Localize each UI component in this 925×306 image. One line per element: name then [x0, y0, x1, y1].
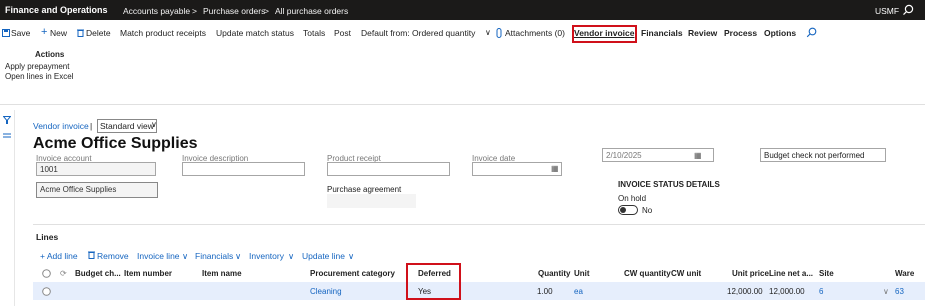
vendor-invoice-link[interactable]: Vendor invoice [33, 121, 89, 131]
paperclip-icon [496, 28, 502, 38]
delete-button[interactable]: Delete [86, 28, 111, 38]
column-header[interactable]: Budget ch... [75, 269, 121, 278]
site-cell[interactable]: 6 [819, 287, 823, 296]
purchase-agreement-field[interactable] [327, 194, 416, 208]
search-icon[interactable] [902, 4, 914, 16]
attachments-button[interactable]: Attachments (0) [505, 28, 565, 38]
tab-financials[interactable]: Financials [641, 28, 683, 38]
unit-cell[interactable]: ea [574, 287, 583, 296]
rail-divider [14, 110, 15, 306]
chevron-down-icon: ∨ [235, 251, 242, 261]
select-all-checkbox[interactable] [42, 269, 51, 278]
tab-review[interactable]: Review [688, 28, 717, 38]
lines-title: Lines [36, 232, 59, 242]
chevron-down-icon: ∨ [348, 251, 355, 261]
column-header[interactable]: Quantity [538, 269, 570, 278]
totals-button[interactable]: Totals [303, 28, 325, 38]
delete-icon [88, 251, 95, 259]
filter-icon[interactable] [3, 116, 11, 124]
post-button[interactable]: Post [334, 28, 351, 38]
lines-divider [33, 224, 925, 225]
purchase-agreement-label: Purchase agreement [327, 185, 402, 194]
column-header[interactable]: Unit price [732, 269, 769, 278]
column-header[interactable]: CW unit [671, 269, 701, 278]
warehouse-cell[interactable]: 63 [895, 287, 904, 296]
add-icon: + [41, 26, 48, 38]
save-icon [2, 29, 10, 37]
breadcrumb-all-purchase-orders[interactable]: All purchase orders [275, 6, 348, 16]
column-header[interactable]: Ware [895, 269, 914, 278]
top-nav-bar: Finance and Operations Accounts payable … [0, 0, 925, 20]
quantity-cell[interactable]: 1.00 [537, 287, 553, 296]
view-selector[interactable]: Standard view [97, 119, 157, 133]
default-from-dropdown[interactable]: Default from: Ordered quantity [361, 28, 475, 38]
breadcrumb-separator-1: > [192, 6, 197, 16]
page-title: Acme Office Supplies [33, 135, 198, 152]
search-icon[interactable] [806, 27, 817, 38]
inventory-menu[interactable]: Inventory [249, 251, 284, 261]
view-separator: | [90, 121, 93, 131]
remove-button[interactable]: Remove [97, 251, 129, 261]
unit-price-cell[interactable]: 12,000.00 [727, 287, 763, 296]
action-pane-divider [0, 104, 925, 105]
column-header[interactable]: Line net a... [769, 269, 813, 278]
column-header[interactable]: Item number [124, 269, 172, 278]
calendar-icon[interactable]: ▦ [694, 151, 702, 160]
column-header[interactable]: Procurement category [310, 269, 395, 278]
column-header[interactable]: Item name [202, 269, 242, 278]
procurement-category-cell[interactable]: Cleaning [310, 287, 342, 296]
budget-status-field: Budget check not performed [760, 148, 886, 162]
column-header[interactable]: Unit [574, 269, 590, 278]
chevron-down-icon: ∨ [182, 251, 189, 261]
save-button[interactable]: Save [11, 28, 30, 38]
update-line-menu[interactable]: Update line [302, 251, 345, 261]
action-pane: Save + New Delete Match product receipts… [0, 22, 925, 44]
app-title[interactable]: Finance and Operations [5, 5, 108, 15]
breadcrumb-purchase-orders[interactable]: Purchase orders [203, 6, 265, 16]
chevron-down-icon[interactable]: ∨ [883, 287, 889, 296]
on-hold-value: No [642, 206, 653, 215]
table-row[interactable]: Cleaning Yes 1.00 ea 12,000.00 12,000.00… [33, 282, 925, 300]
on-hold-toggle[interactable] [618, 205, 638, 215]
financials-menu[interactable]: Financials [195, 251, 233, 261]
open-lines-excel-button[interactable]: Open lines in Excel [5, 72, 73, 81]
refresh-icon[interactable]: ⟳ [60, 269, 67, 278]
invoice-line-menu[interactable]: Invoice line [137, 251, 180, 261]
new-button[interactable]: New [50, 28, 67, 38]
delete-icon [77, 29, 84, 37]
vendor-name-field[interactable]: Acme Office Supplies [36, 182, 158, 198]
chevron-down-icon: ∨ [151, 120, 157, 129]
column-header[interactable]: Site [819, 269, 834, 278]
match-product-receipts-button[interactable]: Match product receipts [120, 28, 206, 38]
chevron-down-icon: ∨ [485, 28, 491, 37]
highlight-box-vendor-invoice [572, 25, 637, 43]
update-match-status-button[interactable]: Update match status [216, 28, 294, 38]
actions-group-title: Actions [35, 50, 65, 59]
row-select-checkbox[interactable] [42, 287, 51, 296]
lines-grid-header: ⟳ Budget ch... Item number Item name Pro… [33, 264, 925, 282]
tab-process[interactable]: Process [724, 28, 757, 38]
breadcrumb-separator-2: > [264, 6, 269, 16]
invoice-description-field[interactable] [182, 162, 305, 176]
column-header[interactable]: CW quantity [624, 269, 671, 278]
left-rail [0, 110, 14, 306]
invoice-date-field[interactable] [472, 162, 562, 176]
product-receipt-field[interactable] [327, 162, 450, 176]
invoice-account-field[interactable]: 1001 [36, 162, 156, 176]
on-hold-label: On hold [618, 194, 647, 203]
breadcrumb-accounts-payable[interactable]: Accounts payable [123, 6, 190, 16]
add-line-button[interactable]: + Add line [40, 251, 78, 261]
menu-icon[interactable] [3, 132, 11, 140]
apply-prepayment-button[interactable]: Apply prepayment [5, 62, 69, 71]
highlight-box-deferred [406, 263, 461, 300]
tab-options[interactable]: Options [764, 28, 796, 38]
invoice-status-details-title: INVOICE STATUS DETAILS [618, 180, 720, 189]
company-picker[interactable]: USMF [875, 6, 899, 16]
line-net-amount-cell[interactable]: 12,000.00 [769, 287, 805, 296]
chevron-down-icon: ∨ [288, 251, 295, 261]
calendar-icon[interactable]: ▦ [551, 164, 559, 173]
